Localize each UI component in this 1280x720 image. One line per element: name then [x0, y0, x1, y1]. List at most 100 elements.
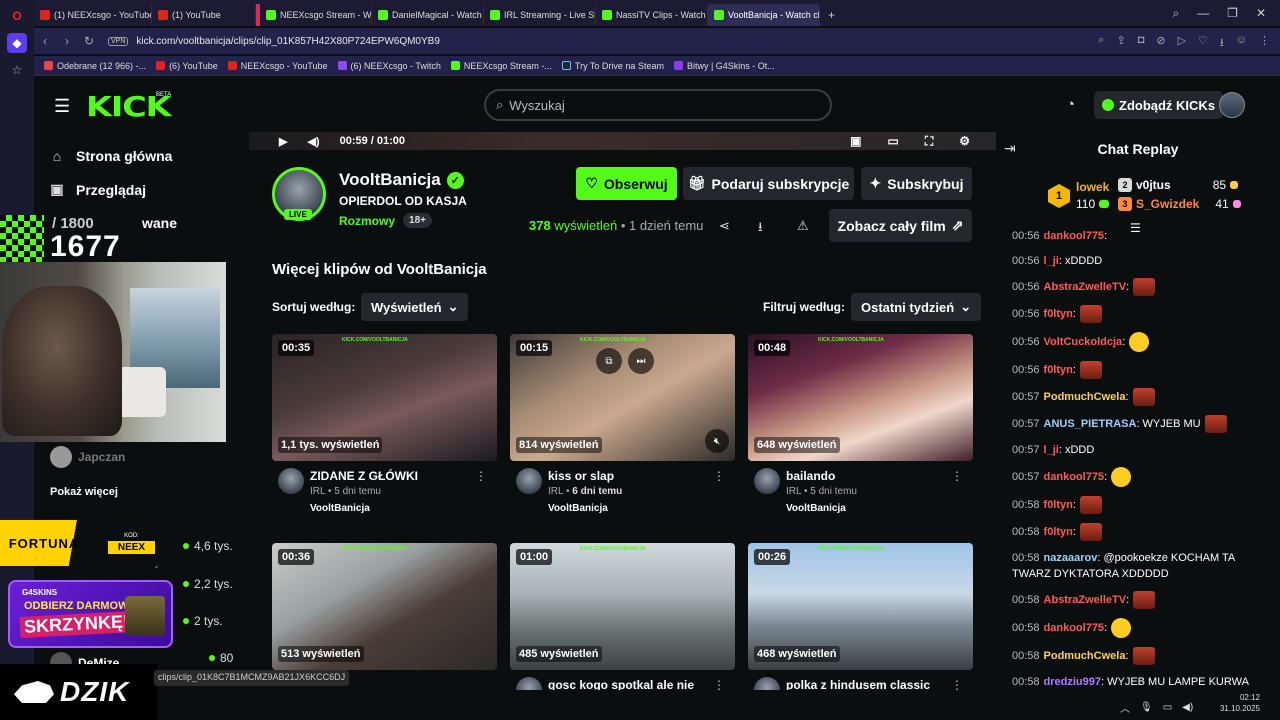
clip-card[interactable]: KICK.COM/VOOLTBANICJA 01:00 485 wyświetl… [510, 543, 735, 690]
category-link[interactable]: Rozmowy [339, 214, 395, 228]
mute-icon[interactable]: 🔇︎ [705, 429, 729, 453]
chat-username[interactable]: l_ji [1044, 255, 1059, 267]
profile-icon[interactable]: ☺ [1236, 34, 1247, 53]
reload-icon[interactable]: ↻ [78, 34, 100, 48]
chat-username[interactable]: PodmuchCwela [1044, 391, 1126, 403]
chat-username[interactable]: f0ltyn [1044, 526, 1073, 538]
back-icon[interactable]: ‹ [34, 34, 56, 48]
chat-username[interactable]: PodmuchCwela [1044, 650, 1126, 662]
close-icon[interactable]: ✕ [1256, 6, 1266, 20]
chat-username[interactable]: dankool775 [1044, 471, 1105, 483]
sort-select[interactable]: Wyświetleń ⌄ [361, 293, 469, 321]
clip-thumbnail[interactable]: KICK.COM/VOOLTBANICJA 00:36 513 wyświetl… [272, 543, 497, 670]
more-vertical-icon[interactable]: ⋮ [713, 678, 725, 690]
leaderboard-third[interactable]: 3 S_Gwizdek 41 [1118, 197, 1241, 211]
copy-icon[interactable]: ⧉ [596, 348, 622, 374]
tab-irl-streaming[interactable]: IRL Streaming - Live Strea [484, 4, 596, 26]
clip-card-title[interactable]: kiss or slap [548, 469, 614, 483]
network-icon[interactable]: ▭ [1163, 702, 1172, 713]
get-kicks-button[interactable]: Zdobądź KICKs [1094, 91, 1224, 119]
report-icon[interactable]: ⚠ [797, 218, 809, 234]
bookmark-steam[interactable]: Try To Drive na Steam [561, 61, 664, 71]
avatar[interactable] [516, 468, 542, 494]
bookmark-neex-youtube[interactable]: NEEXcsgo - YouTube [227, 61, 328, 71]
bookmark-neex-twitch[interactable]: (6) NEEXcsgo - Twitch [337, 61, 441, 71]
play-icon[interactable]: ▶ [279, 135, 287, 148]
clip-card-channel[interactable]: VooltBanicja [548, 503, 608, 514]
clip-card-title[interactable]: bailando [786, 469, 835, 483]
clip-card-channel[interactable]: VooltBanicja [310, 503, 370, 514]
watch-full-button[interactable]: Zobacz cały film ⇗ [829, 209, 972, 242]
bookmark-gmail[interactable]: Odebrane (12 966) -... [44, 61, 146, 71]
theater-icon[interactable]: ▭ [887, 134, 898, 149]
chat-username[interactable]: ANUS_PIETRASA [1044, 418, 1137, 430]
star-icon[interactable]: ☆ [7, 60, 27, 80]
sidebar-item-followed[interactable]: wane [142, 215, 177, 231]
volume-icon[interactable]: ◀) [307, 135, 319, 148]
opera-logo-icon[interactable]: O [7, 6, 27, 26]
tab-danielmagical[interactable]: DanielMagical - Watch the [372, 4, 484, 26]
tab-vooltbanicja[interactable]: VooltBanicja - Watch clips [708, 4, 820, 26]
sidebar-item-browse[interactable]: ▣ Przeglądaj [50, 181, 146, 198]
avatar[interactable] [516, 677, 542, 690]
clip-thumbnail[interactable]: KICK.COM/VOOLTBANICJA 01:00 485 wyświetl… [510, 543, 735, 670]
sidebar-channel-japczan[interactable]: Japczan [50, 446, 125, 468]
menu-icon[interactable]: ⋮ [1259, 34, 1270, 53]
restore-icon[interactable]: ❐ [1227, 6, 1238, 20]
settings-icon[interactable]: ⚙ [959, 134, 970, 149]
fullscreen-icon[interactable]: ⛶ [925, 134, 933, 149]
skip-icon[interactable]: ⏭︎ [628, 348, 654, 374]
filter-select[interactable]: Ostatni tydzień ⌄ [851, 293, 982, 321]
chat-username[interactable]: f0ltyn [1044, 364, 1073, 376]
more-vertical-icon[interactable]: ⋮ [951, 678, 963, 690]
forward-icon[interactable]: › [56, 34, 78, 48]
chat-username[interactable]: VoltCuckoldcja [1044, 336, 1123, 348]
mic-icon[interactable]: 🎙︎ [1140, 702, 1153, 713]
workspace-icon[interactable]: ◆ [7, 33, 27, 53]
clip-card-title[interactable]: gosc kogo spotkal ale nie [548, 678, 694, 690]
share-icon[interactable]: ⇪ [1116, 34, 1125, 53]
avatar[interactable] [754, 677, 780, 690]
show-more-link[interactable]: Pokaż więcej [50, 486, 118, 498]
tab-youtube[interactable]: (1) YouTube [152, 4, 256, 26]
bookmark-g4skins[interactable]: Bitwy | G4Skins - Ot... [673, 61, 775, 71]
clip-thumbnail[interactable]: KICK.COM/VOOLTBANICJA 00:15 ⧉ ⏭︎ 814 wyś… [510, 334, 735, 461]
chat-username[interactable]: dankool775 [1044, 622, 1105, 634]
clip-card-channel[interactable]: VooltBanicja [786, 503, 846, 514]
clip-card[interactable]: KICK.COM/VOOLTBANICJA 00:36 513 wyświetl… [272, 543, 497, 670]
search-bar[interactable]: ⌕ [484, 89, 832, 121]
leaderboard-first-name[interactable]: lowek [1076, 180, 1109, 194]
new-tab-button[interactable]: + [828, 8, 835, 22]
clip-thumbnail[interactable]: KICK.COM/VOOLTBANICJA 00:26 468 wyświetl… [748, 543, 973, 670]
clip-thumbnail[interactable]: KICK.COM/VOOLTBANICJA 00:35 1,1 tys. wyś… [272, 334, 497, 461]
taskbar-clock[interactable]: 02:12 31.10.2025 [1220, 692, 1260, 714]
heart-icon[interactable]: ♡ [1198, 34, 1208, 53]
tab-neex-stream[interactable]: NEEXcsgo Stream - Watch [260, 4, 372, 26]
camera-icon[interactable]: ◘ [1138, 34, 1145, 53]
clip-card[interactable]: KICK.COM/VOOLTBANICJA 00:15 ⧉ ⏭︎ 814 wyś… [510, 334, 735, 517]
more-vertical-icon[interactable]: ⋮ [713, 469, 725, 483]
clip-card[interactable]: KICK.COM/VOOLTBANICJA 00:48 648 wyświetl… [748, 334, 973, 517]
tab-nassitv[interactable]: NassiTV Clips - Watch Live [596, 4, 708, 26]
follow-button[interactable]: ♡ Obserwuj [576, 167, 677, 200]
tray-chevron-icon[interactable]: ︿ [1120, 700, 1130, 715]
avatar[interactable] [754, 468, 780, 494]
clip-thumbnail[interactable]: KICK.COM/VOOLTBANICJA 00:48 648 wyświetl… [748, 334, 973, 461]
chat-username[interactable]: nazaaarov [1044, 552, 1098, 564]
chat-username[interactable]: AbstraZwelleTV [1044, 594, 1127, 606]
clip-card-title[interactable]: polka z hindusem classic [786, 678, 930, 690]
bookmark-youtube[interactable]: (6) YouTube [156, 61, 218, 71]
more-vertical-icon[interactable]: ⋮ [475, 469, 487, 483]
search-tabs-icon[interactable]: ⌕ [1172, 6, 1179, 21]
gift-subs-button[interactable]: 🎁︎ Podaruj subskrypcje [683, 167, 854, 200]
download-icon[interactable]: ⭳ [1220, 34, 1224, 53]
chat-username[interactable]: AbstraZwelleTV [1044, 281, 1127, 293]
minimize-icon[interactable]: — [1197, 6, 1209, 20]
tab-neex-youtube[interactable]: (1) NEEXcsgo - YouTube [34, 4, 152, 26]
more-vertical-icon[interactable]: ⋮ [951, 469, 963, 483]
chat-username[interactable]: f0ltyn [1044, 308, 1073, 320]
sidebar-item-home[interactable]: ⌂ Strona główna [50, 148, 173, 164]
share-icon[interactable]: ⋖ [719, 218, 730, 234]
player-icon[interactable]: ▷ [1178, 34, 1186, 53]
clip-card[interactable]: KICK.COM/VOOLTBANICJA 00:26 468 wyświetl… [748, 543, 973, 690]
